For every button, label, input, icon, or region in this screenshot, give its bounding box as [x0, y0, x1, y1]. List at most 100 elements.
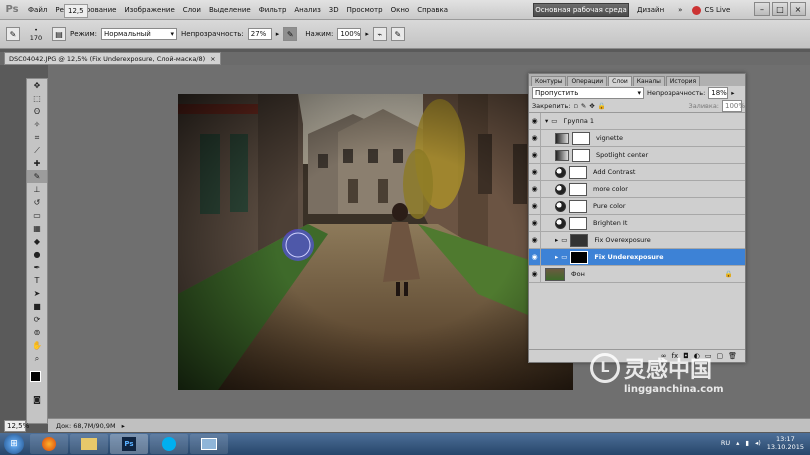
menu-select[interactable]: Выделение [205, 6, 255, 14]
layer-row[interactable]: ◉ Brighten It [529, 214, 745, 232]
brush-preset-picker[interactable]: • 170 [24, 26, 48, 42]
clone-stamp-icon[interactable]: ⊥ [27, 183, 47, 196]
menu-window[interactable]: Окно [387, 6, 414, 14]
layer-mask-thumbnail[interactable] [569, 182, 587, 196]
3d-orbit-icon[interactable]: ⊚ [27, 326, 47, 339]
lock-position-icon[interactable]: ✥ [589, 102, 594, 110]
eye-icon[interactable]: ◉ [529, 180, 541, 198]
eye-icon[interactable]: ◉ [529, 146, 541, 164]
firefox-icon[interactable] [30, 434, 68, 454]
start-button-icon[interactable]: ⊞ [4, 434, 24, 454]
history-brush-icon[interactable]: ↺ [27, 196, 47, 209]
lock-all-icon[interactable]: 🔒 [598, 102, 606, 110]
brush-tool-icon[interactable]: ✎ [27, 170, 47, 183]
shape-tool-icon[interactable]: ■ [27, 300, 47, 313]
layer-row[interactable]: ◉ vignette [529, 129, 745, 147]
menu-analysis[interactable]: Анализ [290, 6, 324, 14]
3d-rotate-icon[interactable]: ⟳ [27, 313, 47, 326]
zoom-field[interactable]: 12,5 [62, 4, 90, 18]
menu-layers[interactable]: Слои [179, 6, 205, 14]
menu-help[interactable]: Справка [413, 6, 452, 14]
layer-mask-thumbnail[interactable] [572, 131, 590, 145]
tab-paths[interactable]: Контуры [531, 76, 567, 86]
opacity-input[interactable]: 27% [247, 28, 272, 40]
layer-row[interactable]: ◉ more color [529, 180, 745, 198]
eye-icon[interactable]: ◉ [529, 112, 541, 130]
layer-mask-thumbnail[interactable] [569, 216, 587, 230]
airbrush-icon[interactable]: ⌁ [372, 27, 387, 41]
menu-file[interactable]: Файл [24, 6, 51, 14]
eye-icon[interactable]: ◉ [529, 248, 541, 266]
eye-icon[interactable]: ◉ [529, 265, 541, 283]
layer-mask-thumbnail[interactable] [570, 233, 589, 247]
type-tool-icon[interactable]: T [27, 274, 47, 287]
tab-history[interactable]: История [665, 76, 701, 86]
pen-tool-icon[interactable]: ✒ [27, 261, 47, 274]
brush-panel-icon[interactable]: ▤ [52, 27, 66, 41]
crop-tool-icon[interactable]: ⌗ [27, 131, 47, 144]
language-indicator[interactable]: RU [721, 439, 730, 447]
document-image[interactable] [178, 94, 573, 390]
eyedropper-icon[interactable]: ⟋ [27, 144, 47, 157]
blend-mode-select[interactable]: Пропустить ▾ [532, 87, 644, 99]
close-button[interactable]: × [790, 2, 806, 16]
layer-mask-thumbnail[interactable] [569, 199, 587, 213]
close-icon[interactable]: × [210, 55, 215, 63]
quick-select-icon[interactable]: ✧ [27, 118, 47, 131]
maximize-button[interactable]: □ [772, 2, 788, 16]
layer-row[interactable]: ◉ Add Contrast [529, 163, 745, 181]
layer-row-selected[interactable]: ◉ ▸ ▭ Fix Underexposure [529, 248, 745, 266]
menu-view[interactable]: Просмотр [343, 6, 387, 14]
chevron-down-icon[interactable]: ▾ [545, 117, 548, 125]
opacity-slider-icon[interactable]: ▸ [276, 30, 280, 38]
menu-3d[interactable]: 3D [325, 6, 343, 14]
eye-icon[interactable]: ◉ [529, 231, 541, 249]
layer-mask-thumbnail[interactable] [569, 165, 587, 179]
hand-tool-icon[interactable]: ✋ [27, 339, 47, 352]
network-icon[interactable]: ▮ [745, 439, 749, 447]
eye-icon[interactable]: ◉ [529, 163, 541, 181]
layer-mask-thumbnail[interactable] [572, 148, 590, 162]
layer-row[interactable]: ◉ ▸ ▭ Fix Overexposure [529, 231, 745, 249]
skype-icon[interactable] [150, 434, 188, 454]
eye-icon[interactable]: ◉ [529, 129, 541, 147]
volume-icon[interactable]: ◂) [755, 439, 761, 447]
chevron-right-icon[interactable]: ▸ [555, 253, 558, 261]
eraser-icon[interactable]: ▭ [27, 209, 47, 222]
layer-opacity-slider-icon[interactable]: ▸ [731, 89, 734, 97]
menu-filter[interactable]: Фильтр [255, 6, 291, 14]
layer-mask-thumbnail[interactable] [570, 250, 589, 264]
lasso-tool-icon[interactable]: ʘ [27, 105, 47, 118]
flow-input[interactable]: 100% [337, 28, 362, 40]
eye-icon[interactable]: ◉ [529, 214, 541, 232]
pressure-size-icon[interactable]: ✎ [390, 27, 405, 41]
layer-row[interactable]: ◉ Pure color [529, 197, 745, 215]
more-workspaces-icon[interactable]: » [678, 6, 682, 14]
image-viewer-icon[interactable] [190, 434, 228, 454]
zoom-value[interactable]: 12,5 [64, 4, 88, 18]
tray-arrow-icon[interactable]: ▴ [736, 439, 739, 447]
layer-row[interactable]: ◉ ▾ ▭ Группа 1 [529, 112, 745, 130]
trash-icon[interactable]: 🗑 [728, 352, 737, 360]
color-swatches[interactable] [27, 369, 47, 393]
tab-channels[interactable]: Каналы [632, 76, 665, 86]
photoshop-taskbar-icon[interactable]: Ps [110, 434, 148, 454]
design-workspace-link[interactable]: Дизайн » CS Live [637, 3, 730, 17]
pressure-opacity-icon[interactable]: ✎ [283, 27, 298, 41]
marquee-tool-icon[interactable]: ⬚ [27, 92, 47, 105]
mode-select[interactable]: Нормальный ▾ [101, 28, 178, 40]
flow-slider-icon[interactable]: ▸ [365, 30, 369, 38]
clock[interactable]: 13:17 13.10.2015 [767, 435, 804, 451]
gradient-tool-icon[interactable]: ▦ [27, 222, 47, 235]
move-tool-icon[interactable]: ✥ [27, 79, 47, 92]
eye-icon[interactable]: ◉ [529, 197, 541, 215]
tab-layers[interactable]: Слои [608, 76, 632, 86]
document-tab[interactable]: DSC04042.JPG @ 12,5% (Fix Underexposure,… [4, 52, 221, 65]
layer-row[interactable]: ◉ Spotlight center [529, 146, 745, 164]
status-menu-icon[interactable]: ▸ [122, 422, 125, 430]
brush-tool-icon[interactable]: ✎ [6, 27, 20, 41]
cslive-label[interactable]: CS Live [704, 6, 730, 14]
zoom-tool-icon[interactable]: ⌕ [27, 352, 47, 365]
path-select-icon[interactable]: ➤ [27, 287, 47, 300]
workspace-button[interactable]: Основная рабочая среда [533, 3, 629, 17]
